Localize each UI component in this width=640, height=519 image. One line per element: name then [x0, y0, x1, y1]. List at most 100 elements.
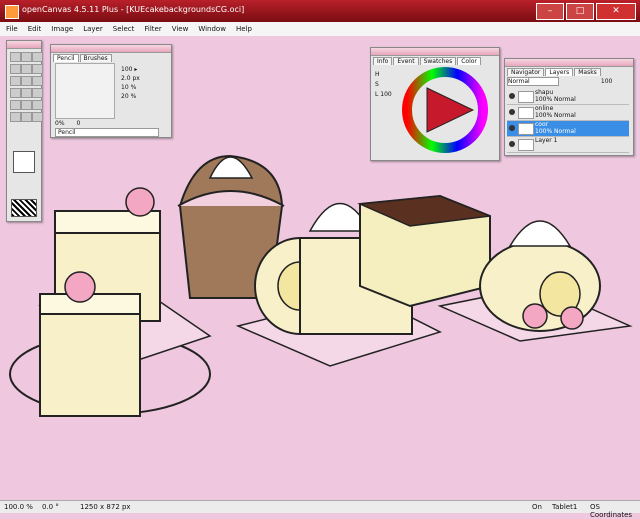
status-on: On — [532, 503, 542, 511]
layer-opacity[interactable]: 100 — [601, 78, 612, 85]
eye-icon[interactable] — [509, 141, 515, 147]
sat-label: S — [375, 81, 379, 88]
light-value[interactable]: 100 — [380, 91, 391, 98]
status-zoom: 100.0 % — [4, 503, 33, 511]
tab-event[interactable]: Event — [393, 57, 419, 65]
opacity-b: 0 — [76, 120, 81, 127]
menu-view[interactable]: View — [172, 25, 189, 33]
layers-panel-titlebar[interactable] — [505, 59, 633, 67]
shape-tool-icon[interactable] — [32, 76, 43, 86]
layer-thumb — [518, 91, 534, 103]
brush-name-field[interactable]: Pencil — [55, 128, 159, 137]
brush-preview — [55, 63, 115, 119]
tools-panel-titlebar[interactable] — [7, 41, 41, 49]
pattern-swatch[interactable] — [11, 199, 37, 217]
layer-thumb — [518, 107, 534, 119]
select-tool-icon[interactable] — [10, 88, 21, 98]
menu-filter[interactable]: Filter — [144, 25, 161, 33]
menu-bar: File Edit Image Layer Select Filter View… — [0, 22, 640, 37]
layer-thumb — [518, 139, 534, 151]
tab-brushes[interactable]: Brushes — [79, 54, 112, 62]
tab-navigator[interactable]: Navigator — [507, 68, 545, 76]
opacity-a: 0% — [55, 120, 65, 127]
brush-blur-value[interactable]: 20 — [121, 93, 129, 100]
airbrush-tool-icon[interactable] — [32, 52, 43, 62]
line-tool-icon[interactable] — [21, 76, 32, 86]
color-panel: Info Event Swatches Color H S L 100 — [370, 47, 500, 161]
layer-row[interactable]: online 100% Normal — [507, 105, 629, 121]
layer-row-selected[interactable]: coor 100% Normal — [507, 121, 629, 137]
marker-tool-icon[interactable] — [21, 64, 32, 74]
status-rotation: 0.0 ° — [42, 503, 59, 511]
wand-tool-icon[interactable] — [32, 88, 43, 98]
tab-layers[interactable]: Layers — [545, 68, 574, 76]
brush-density-unit: % — [130, 84, 137, 91]
layer-name: shapu — [535, 89, 554, 96]
color-panel-titlebar[interactable] — [371, 48, 499, 56]
layer-name: Layer 1 — [535, 137, 558, 144]
menu-edit[interactable]: Edit — [28, 25, 42, 33]
tab-pencil[interactable]: Pencil — [53, 54, 79, 62]
blend-mode-select[interactable]: Normal — [507, 77, 559, 86]
status-tablet: Tablet1 — [552, 503, 578, 511]
status-bar: 100.0 % 0.0 ° 1250 x 872 px On Tablet1 O… — [0, 500, 640, 519]
move-tool-icon[interactable] — [10, 100, 21, 110]
eye-icon[interactable] — [509, 93, 515, 99]
tab-swatches[interactable]: Swatches — [419, 57, 457, 65]
light-label: L — [375, 91, 379, 98]
window-controls: – □ ✕ — [536, 3, 636, 20]
brush-panel: Pencil Brushes 100 ▸ 2.0 px 10 % 20 % 0% … — [50, 44, 172, 138]
menu-layer[interactable]: Layer — [83, 25, 103, 33]
layer-list: shapu 100% Normal online 100% Normal coor 1… — [507, 89, 629, 153]
brush-settings: 100 ▸ 2.0 px 10 % 20 % — [121, 66, 140, 100]
color-wheel[interactable] — [401, 66, 489, 154]
menu-file[interactable]: File — [6, 25, 18, 33]
menu-image[interactable]: Image — [51, 25, 73, 33]
hue-label: H — [375, 71, 380, 78]
layer-mode: 100% Normal — [535, 96, 576, 103]
eraser-tool-icon[interactable] — [10, 64, 21, 74]
layer-mode: 100% Normal — [535, 112, 576, 119]
minimize-button[interactable]: – — [536, 3, 564, 20]
hand-tool-icon[interactable] — [21, 112, 32, 122]
layers-panel: Navigator Layers Masks Normal 100 shapu 100… — [504, 58, 634, 156]
fill-tool-icon[interactable] — [10, 76, 21, 86]
layer-mode: 100% Normal — [535, 128, 576, 135]
zoom-tool-icon[interactable] — [32, 112, 43, 122]
watercolor-tool-icon[interactable] — [32, 64, 43, 74]
menu-select[interactable]: Select — [113, 25, 135, 33]
brush-panel-titlebar[interactable] — [51, 45, 171, 53]
maximize-button[interactable]: □ — [566, 3, 594, 20]
layer-row[interactable]: shapu 100% Normal — [507, 89, 629, 105]
rotate-tool-icon[interactable] — [10, 112, 21, 122]
brush-blur-unit: % — [130, 93, 137, 100]
app-icon — [5, 5, 19, 19]
menu-window[interactable]: Window — [198, 25, 226, 33]
menu-help[interactable]: Help — [236, 25, 252, 33]
tools-panel — [6, 40, 43, 222]
pencil-tool-icon[interactable] — [10, 52, 21, 62]
eye-icon[interactable] — [509, 125, 515, 131]
layer-thumb — [518, 123, 534, 135]
brush-width-unit: px — [132, 75, 140, 82]
brush-tool-icon[interactable] — [21, 52, 32, 62]
title-bar: openCanvas 4.5.11 Plus - [KUEcakebackgro… — [0, 0, 640, 22]
status-coords: OS Coordinates — [590, 503, 633, 519]
brush-width-value[interactable]: 2.0 — [121, 75, 131, 82]
tool-grid — [7, 49, 43, 125]
close-button[interactable]: ✕ — [596, 3, 636, 20]
eye-icon[interactable] — [509, 109, 515, 115]
lasso-tool-icon[interactable] — [21, 88, 32, 98]
tab-masks[interactable]: Masks — [574, 68, 601, 76]
layer-row[interactable]: Layer 1 — [507, 137, 629, 153]
color-swatch[interactable] — [13, 151, 35, 173]
layer-name: online — [535, 105, 554, 112]
brush-density-value[interactable]: 10 — [121, 84, 129, 91]
tab-info[interactable]: Info — [373, 57, 393, 65]
brush-size-value[interactable]: 100 — [121, 66, 132, 73]
eyedropper-tool-icon[interactable] — [32, 100, 43, 110]
text-tool-icon[interactable] — [21, 100, 32, 110]
tab-color[interactable]: Color — [457, 57, 481, 65]
status-size: 1250 x 872 px — [80, 503, 131, 511]
layer-name: coor — [535, 121, 549, 128]
